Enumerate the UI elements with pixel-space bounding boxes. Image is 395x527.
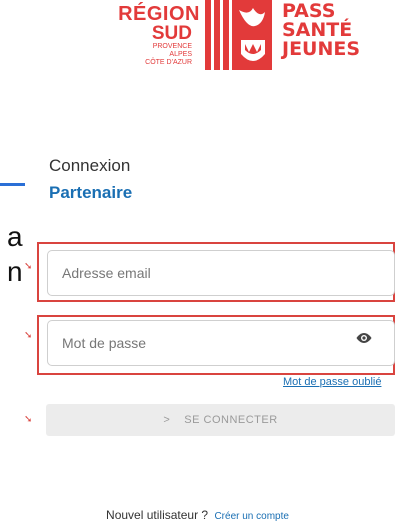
login-button-label: SE CONNECTER bbox=[184, 414, 278, 426]
page-subtitle: Partenaire bbox=[49, 183, 133, 202]
forgot-password-link[interactable]: Mot de passe oublié bbox=[283, 376, 381, 388]
signup-prompt: Nouvel utilisateur ? Créer un compte bbox=[0, 508, 395, 522]
region-line-1: RÉGION bbox=[118, 3, 200, 25]
login-button[interactable]: > SE CONNECTER bbox=[46, 404, 395, 436]
region-line-2: SUD bbox=[151, 23, 192, 44]
annotation-arrow-icon: ➘ bbox=[24, 414, 33, 425]
chevron-right-icon: > bbox=[163, 414, 171, 426]
edge-text-fragment-n: n bbox=[7, 256, 23, 287]
annotation-arrow-icon: ➘ bbox=[24, 330, 33, 341]
pass-line-3: JEUNES bbox=[282, 38, 361, 60]
region-logo-text: RÉGION SUD PROVENCE ALPES CÔTE D'AZUR bbox=[112, 4, 200, 67]
annotation-arrow-icon: ➘ bbox=[24, 261, 33, 272]
region-sud-logo: RÉGION SUD PROVENCE ALPES CÔTE D'AZUR PA… bbox=[112, 0, 360, 76]
new-user-text: Nouvel utilisateur ? bbox=[106, 508, 209, 522]
region-emblem-icon bbox=[205, 0, 272, 70]
eye-icon[interactable] bbox=[356, 333, 372, 343]
email-field-container bbox=[47, 250, 395, 296]
region-line-4: ALPES bbox=[169, 51, 192, 58]
password-field[interactable] bbox=[48, 321, 394, 365]
edge-text-fragment-a: a bbox=[7, 221, 23, 252]
page-title: Connexion bbox=[49, 156, 131, 175]
create-account-link[interactable]: Créer un compte bbox=[214, 511, 288, 522]
password-field-container bbox=[47, 320, 395, 366]
region-line-3: PROVENCE bbox=[152, 43, 192, 50]
email-field[interactable] bbox=[48, 251, 394, 295]
edge-link-underline bbox=[0, 183, 25, 186]
pass-sante-jeunes-text: PASS SANTÉ JEUNES bbox=[282, 2, 360, 59]
region-line-5: CÔTE D'AZUR bbox=[145, 59, 192, 66]
